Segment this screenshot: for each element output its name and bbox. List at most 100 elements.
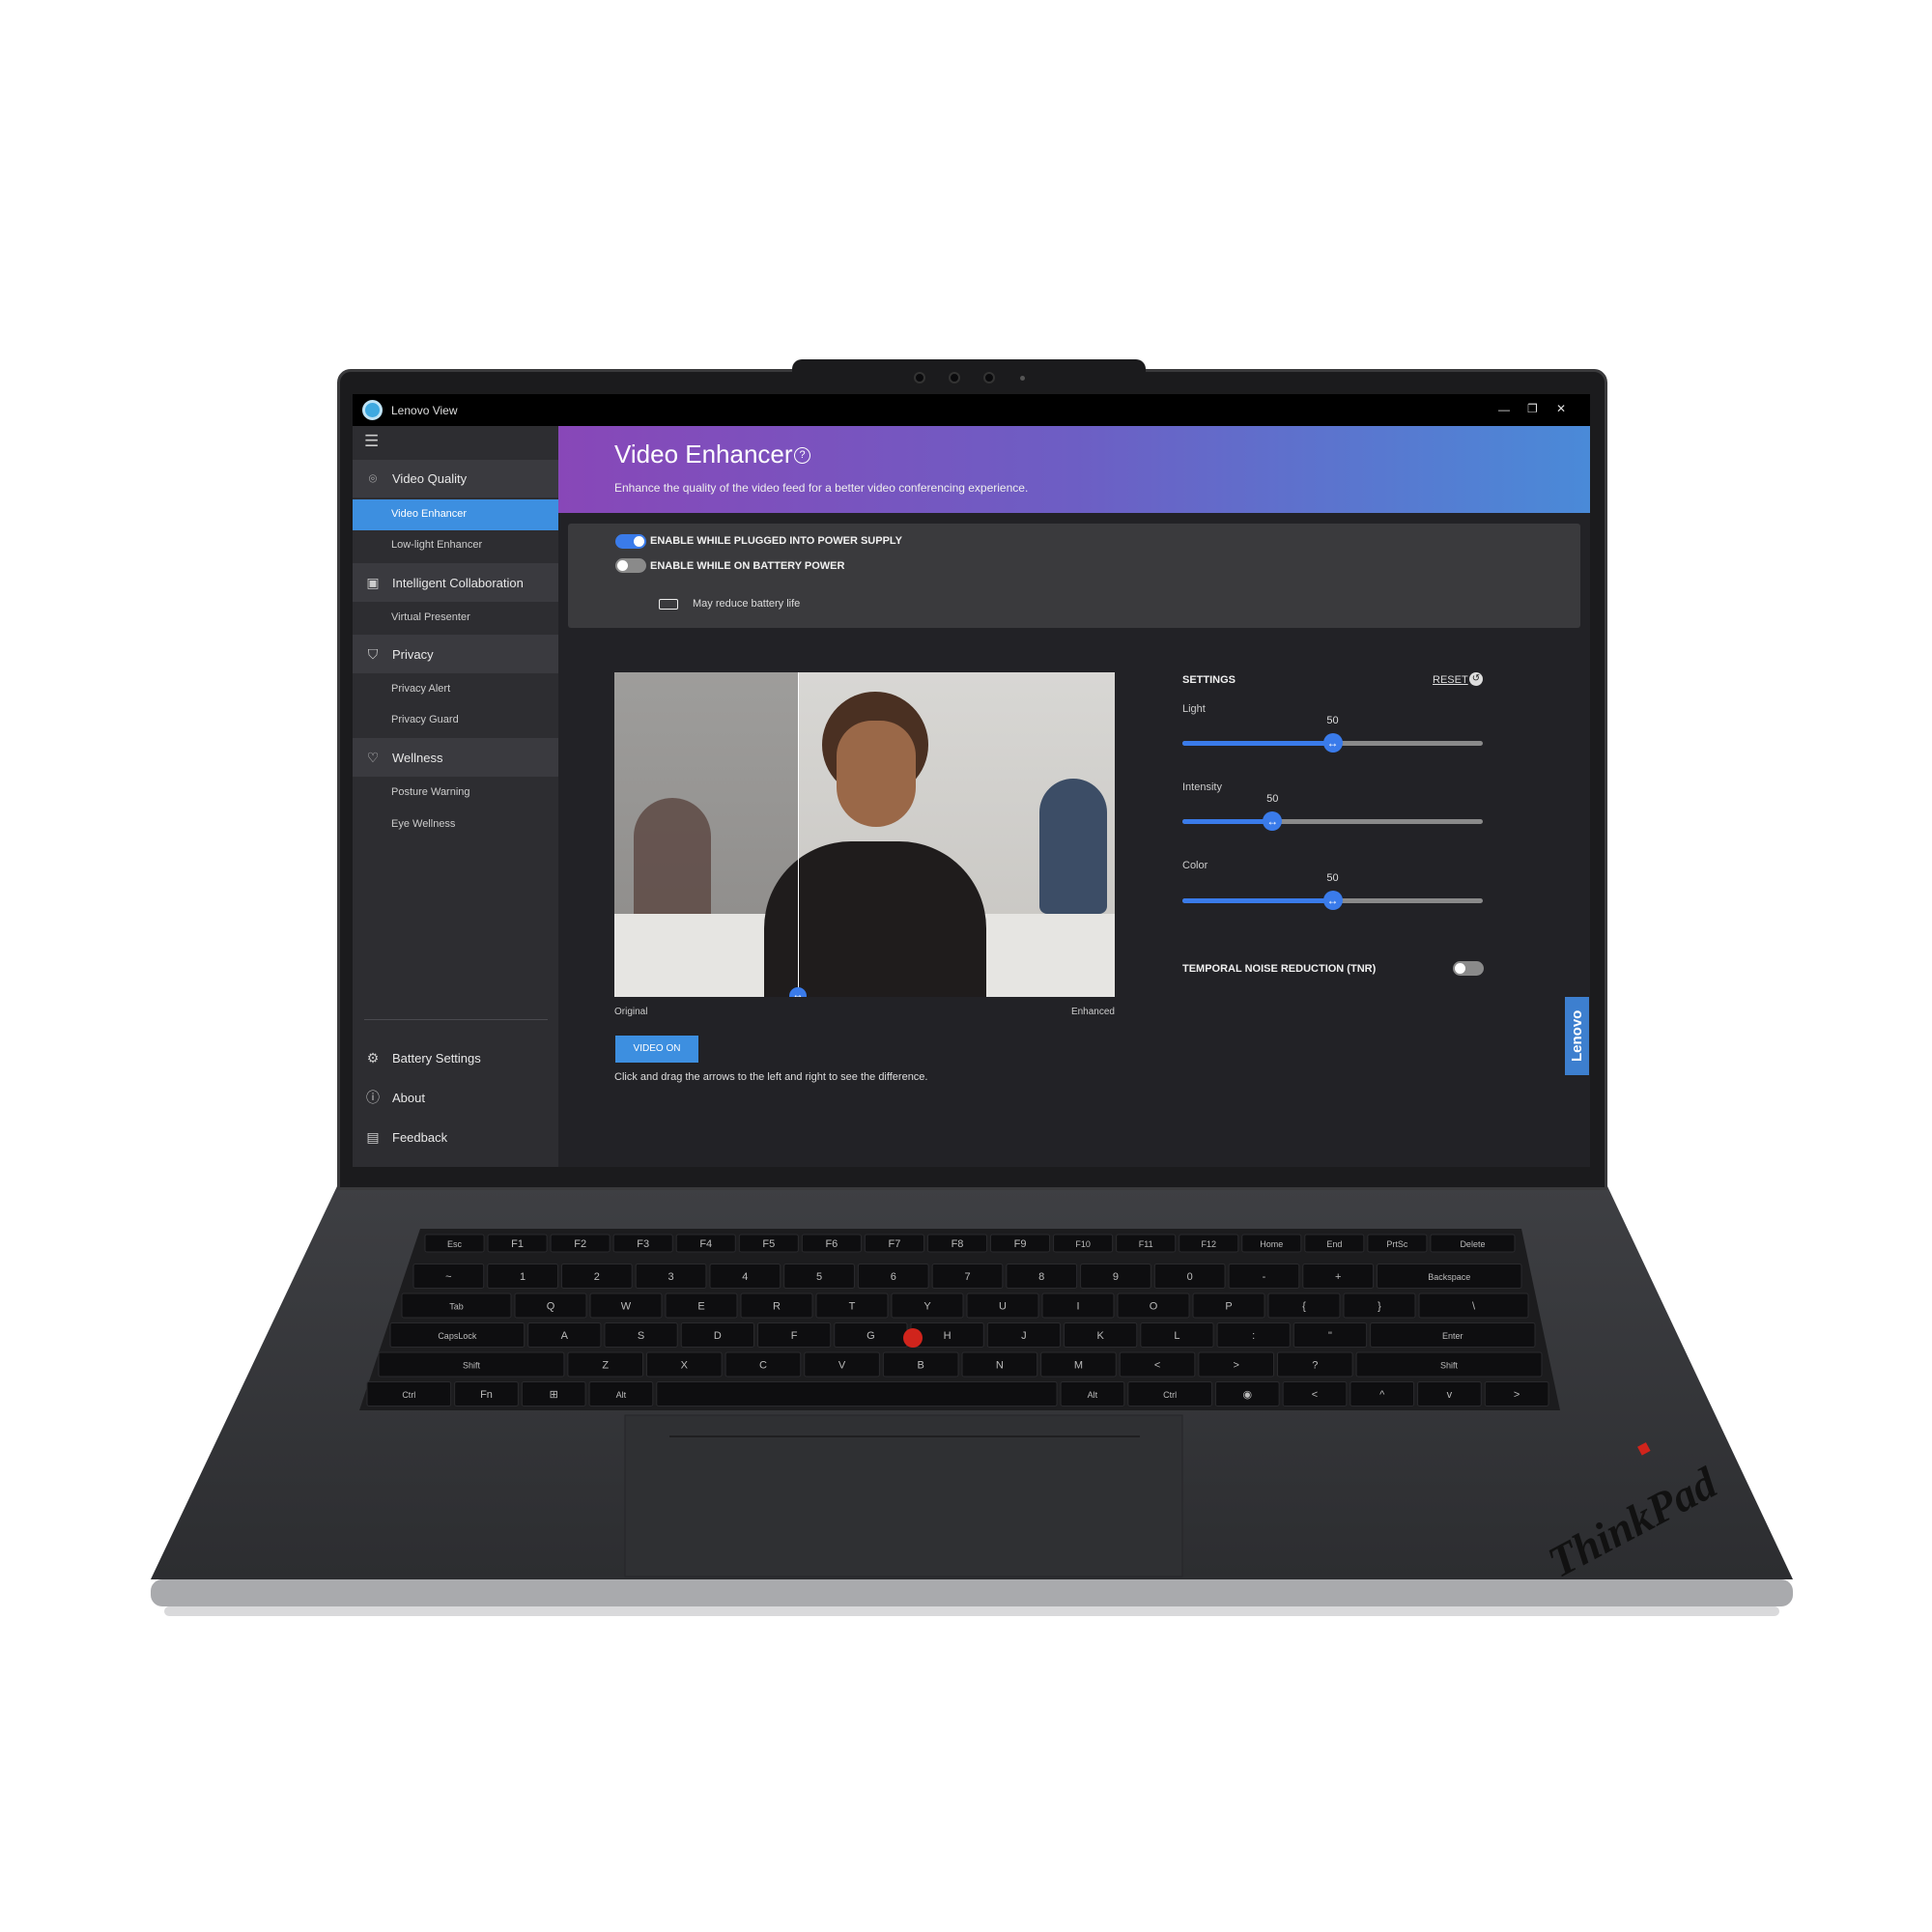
light-slider[interactable]: 50 ↔ [1182, 715, 1483, 753]
sidebar-item-intelligent-collaboration[interactable]: ▣ Intelligent Collaboration [353, 563, 558, 602]
page-subtitle: Enhance the quality of the video feed fo… [614, 481, 1029, 495]
key-label: 6 [891, 1271, 896, 1283]
sidebar-item-posture-warning[interactable]: Posture Warning [353, 778, 558, 809]
tnr-toggle[interactable] [1453, 961, 1484, 976]
color-slider[interactable]: 50 ↔ [1182, 872, 1483, 910]
title-bar: Lenovo View — ❐ ✕ [353, 394, 1590, 426]
key-label: ⊞ [550, 1389, 558, 1401]
sidebar-item-low-light-enhancer[interactable]: Low-light Enhancer [353, 530, 558, 561]
video-preview[interactable]: ↔ [614, 672, 1115, 997]
slider-thumb[interactable]: ↔ [1263, 811, 1283, 831]
split-line [798, 672, 799, 997]
close-button[interactable]: ✕ [1556, 402, 1566, 415]
sidebar-item-virtual-presenter[interactable]: Virtual Presenter [353, 603, 558, 634]
key-label: 1 [520, 1271, 526, 1283]
reset-button[interactable]: RESET [1433, 674, 1468, 686]
camera-icon [949, 372, 960, 384]
sidebar: ☰ ⌾ Video Quality Video Enhancer Low-ligh… [353, 426, 558, 1167]
key-label: D [714, 1330, 722, 1342]
sidebar-item-video-quality[interactable]: ⌾ Video Quality [353, 460, 558, 497]
app-title: Lenovo View [391, 404, 458, 417]
sidebar-item-feedback[interactable]: ▤ Feedback [353, 1120, 558, 1154]
battery-plug-icon [659, 599, 678, 610]
key-label: Alt [616, 1390, 627, 1400]
trackpoint [903, 1328, 923, 1348]
key-label: 4 [742, 1271, 748, 1283]
light-label: Light [1182, 703, 1206, 715]
key-label: T [849, 1301, 856, 1313]
plugged-toggle[interactable] [615, 534, 646, 549]
key[interactable] [656, 1381, 1058, 1406]
sidebar-item-eye-wellness[interactable]: Eye Wellness [353, 810, 558, 840]
key-label: B [918, 1360, 924, 1372]
sidebar-item-video-enhancer[interactable]: Video Enhancer [353, 499, 558, 530]
key-label: Fn [480, 1389, 493, 1401]
key-label: F8 [952, 1238, 964, 1250]
plugged-label: ENABLE WHILE PLUGGED INTO POWER SUPPLY [650, 535, 902, 547]
key-label: J [1021, 1330, 1027, 1342]
reset-icon[interactable]: ↺ [1469, 672, 1483, 686]
key-label: CapsLock [438, 1331, 477, 1341]
key-label: Shift [463, 1361, 481, 1371]
key-label: End [1326, 1239, 1342, 1249]
battery-toggle[interactable] [615, 558, 646, 573]
help-icon[interactable]: ? [794, 447, 810, 464]
key-label: F4 [699, 1238, 712, 1250]
key-label: 7 [964, 1271, 970, 1283]
key-label: Tab [449, 1302, 464, 1312]
video-on-button[interactable]: VIDEO ON [615, 1036, 698, 1063]
key-label: K [1097, 1330, 1105, 1342]
key-label: P [1225, 1301, 1232, 1313]
sidebar-item-battery-settings[interactable]: ⚙ Battery Settings [353, 1040, 558, 1075]
original-label: Original [614, 1007, 648, 1017]
app-logo-icon [362, 400, 383, 420]
battery-label: ENABLE WHILE ON BATTERY POWER [650, 560, 845, 572]
key-label: 9 [1113, 1271, 1119, 1283]
webcam-notch [792, 359, 1146, 398]
sidebar-item-about[interactable]: ⓘ About [353, 1080, 558, 1115]
slider-thumb[interactable]: ↔ [1322, 733, 1343, 753]
key-label: I [1076, 1301, 1079, 1313]
sidebar-item-privacy-guard[interactable]: Privacy Guard [353, 705, 558, 736]
key-label: 8 [1038, 1271, 1044, 1283]
key-label: C [759, 1360, 767, 1372]
key-label: N [996, 1360, 1004, 1372]
key-label: < [1312, 1389, 1318, 1401]
slider-thumb[interactable]: ↔ [1322, 891, 1343, 910]
app-window: Lenovo View — ❐ ✕ ☰ ⌾ Video Quality Video… [353, 394, 1590, 1167]
key-label: > [1233, 1360, 1238, 1372]
key-label: X [681, 1360, 689, 1372]
color-label: Color [1182, 860, 1208, 871]
key-label: 5 [816, 1271, 822, 1283]
key-label: G [867, 1330, 875, 1342]
minimize-button[interactable]: — [1498, 403, 1510, 416]
battery-note: May reduce battery life [693, 598, 801, 610]
key-label: Enter [1442, 1331, 1463, 1341]
info-icon: ⓘ [366, 1090, 380, 1105]
restore-button[interactable]: ❐ [1527, 402, 1538, 415]
key-label: " [1328, 1330, 1332, 1342]
key-label: F [791, 1330, 798, 1342]
key-label: > [1514, 1389, 1520, 1401]
key-label: Delete [1460, 1239, 1485, 1249]
key-label: U [999, 1301, 1007, 1313]
key-label: F3 [637, 1238, 649, 1250]
key-label: H [944, 1330, 952, 1342]
sidebar-item-privacy-alert[interactable]: Privacy Alert [353, 674, 558, 705]
key-label: L [1174, 1330, 1179, 1342]
sidebar-item-privacy[interactable]: ⛉ Privacy [353, 635, 558, 673]
feedback-icon: ▤ [366, 1128, 380, 1145]
sidebar-item-wellness[interactable]: ♡ Wellness [353, 738, 558, 777]
intensity-slider[interactable]: 50 ↔ [1182, 793, 1483, 831]
key-label: F5 [762, 1238, 775, 1250]
key-label: 2 [594, 1271, 600, 1283]
menu-icon[interactable]: ☰ [364, 432, 379, 451]
key-label: S [638, 1330, 644, 1342]
camera-icon [983, 372, 995, 384]
key-label: Esc [447, 1239, 463, 1249]
power-settings-panel: ENABLE WHILE PLUGGED INTO POWER SUPPLY E… [568, 524, 1580, 628]
key-label: ^ [1379, 1389, 1385, 1401]
key-label: Z [602, 1360, 609, 1372]
key-label: ◉ [1242, 1389, 1252, 1401]
key-label: A [561, 1330, 569, 1342]
